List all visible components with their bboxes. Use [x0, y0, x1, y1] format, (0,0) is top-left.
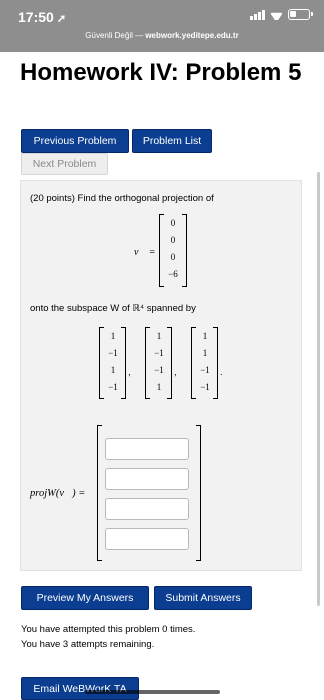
email-ta-button[interactable]: Email WeBWorK TA — [21, 677, 139, 700]
proj-label: projW(v⃗) = — [30, 488, 86, 499]
wifi-icon — [270, 10, 283, 20]
answer-input-3[interactable] — [105, 498, 189, 520]
vector-entry: −6 — [168, 269, 178, 279]
preview-answers-button[interactable]: Preview My Answers — [21, 586, 149, 610]
battery-icon — [288, 9, 313, 20]
submit-answers-button[interactable]: Submit Answers — [154, 586, 252, 610]
next-problem-button: Next Problem — [21, 153, 108, 175]
vector-entry: 0 — [170, 218, 176, 228]
comma: , — [174, 367, 177, 378]
span-entry: −1 — [200, 382, 210, 392]
answer-left-bracket — [97, 425, 102, 561]
home-indicator[interactable] — [85, 690, 220, 694]
page-title: Homework IV: Problem 5 — [20, 59, 302, 86]
span-entry: 1 — [110, 331, 116, 341]
period: . — [220, 367, 223, 378]
answer-right-bracket — [196, 425, 201, 561]
attempts-remaining-text: You have 3 attempts remaining. — [21, 639, 155, 650]
browser-top-bar: 17:50 ➚ Güvenli Değil — webwork.yeditepe.… — [0, 0, 324, 52]
url-separator: — — [132, 31, 146, 40]
attempts-made-text: You have attempted this problem 0 times. — [21, 624, 196, 635]
answer-input-1[interactable] — [105, 438, 189, 460]
security-label: Güvenli Değil — [85, 31, 133, 40]
span-entry: 1 — [202, 331, 208, 341]
signal-icon — [250, 9, 265, 20]
url-bar[interactable]: Güvenli Değil — webwork.yeditepe.edu.tr — [0, 31, 324, 40]
vector-entry: 0 — [170, 235, 176, 245]
status-icons — [250, 9, 313, 20]
onto-text: onto the subspace W of ℝ⁴ spanned by — [30, 303, 196, 314]
span-entry: 1 — [156, 382, 162, 392]
status-time: 17:50 ➚ — [18, 9, 67, 25]
problem-intro: (20 points) Find the orthogonal projecti… — [30, 193, 214, 204]
span-entry: −1 — [154, 348, 164, 358]
location-arrow-icon: ➚ — [56, 13, 67, 25]
vector-entry: 0 — [170, 252, 176, 262]
span-entry: −1 — [108, 382, 118, 392]
span-entry: −1 — [108, 348, 118, 358]
answer-input-2[interactable] — [105, 468, 189, 490]
previous-problem-button[interactable]: Previous Problem — [21, 129, 129, 153]
vector-label: v⃗ = — [134, 247, 156, 258]
span-entry: −1 — [200, 365, 210, 375]
url-host: webwork.yeditepe.edu.tr — [145, 31, 239, 40]
span-entry: 1 — [202, 348, 208, 358]
scrollbar[interactable] — [317, 172, 320, 606]
problem-list-button[interactable]: Problem List — [132, 129, 212, 153]
span-entry: −1 — [154, 365, 164, 375]
span-entry: 1 — [110, 365, 116, 375]
answer-input-4[interactable] — [105, 528, 189, 550]
comma: , — [128, 367, 131, 378]
span-entry: 1 — [156, 331, 162, 341]
